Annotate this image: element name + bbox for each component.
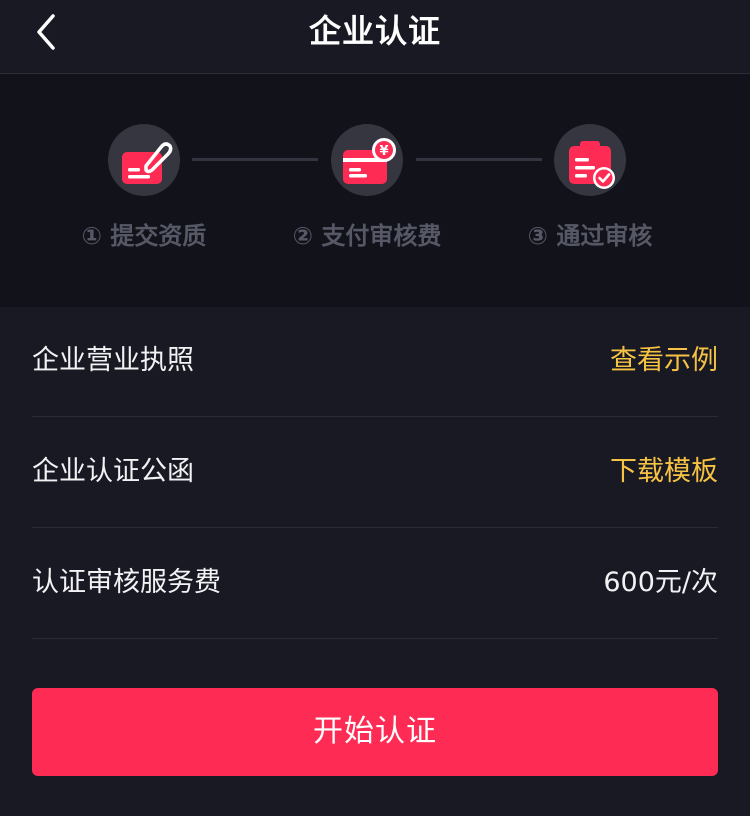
download-template-link[interactable]: 下载模板 <box>610 418 718 526</box>
payment-card-icon: ¥ <box>343 138 396 184</box>
step-label: ② 支付审核费 <box>292 222 442 250</box>
nav-bar: 企业认证 <box>0 0 750 74</box>
edit-document-icon <box>122 142 173 184</box>
view-example-link[interactable]: 查看示例 <box>610 307 718 415</box>
enterprise-verification-page: 企业认证 ① 提交资质 ¥ ② 支付审核费 ③ 通过审核 企业营业执照 查看示例… <box>0 0 750 816</box>
page-title: 企业认证 <box>308 12 441 50</box>
business-license-row: 企业营业执照 查看示例 <box>32 307 718 417</box>
step-label: ① 提交资质 <box>81 222 207 250</box>
step-pass-review: ③ 通过审核 <box>490 124 690 251</box>
step-circle: ¥ <box>331 124 403 196</box>
service-fee-value: 600元/次 <box>603 567 718 598</box>
step-label: ③ 通过审核 <box>527 222 653 250</box>
step-circle <box>108 124 180 196</box>
verification-letter-label: 企业认证公函 <box>32 456 194 487</box>
service-fee-row: 认证审核服务费 600元/次 <box>32 529 718 639</box>
start-verification-button[interactable]: 开始认证 <box>32 688 718 776</box>
step-submit-qualification: ① 提交资质 <box>44 124 244 251</box>
approved-badge-icon <box>569 141 615 189</box>
svg-text:¥: ¥ <box>379 144 388 159</box>
business-license-label: 企业营业执照 <box>32 345 194 376</box>
step-circle <box>554 124 626 196</box>
service-fee-label: 认证审核服务费 <box>32 567 221 598</box>
step-pay-fee: ¥ ② 支付审核费 <box>267 124 467 251</box>
verification-steps: ① 提交资质 ¥ ② 支付审核费 ③ 通过审核 <box>0 74 750 307</box>
verification-letter-row: 企业认证公函 下载模板 <box>32 418 718 528</box>
